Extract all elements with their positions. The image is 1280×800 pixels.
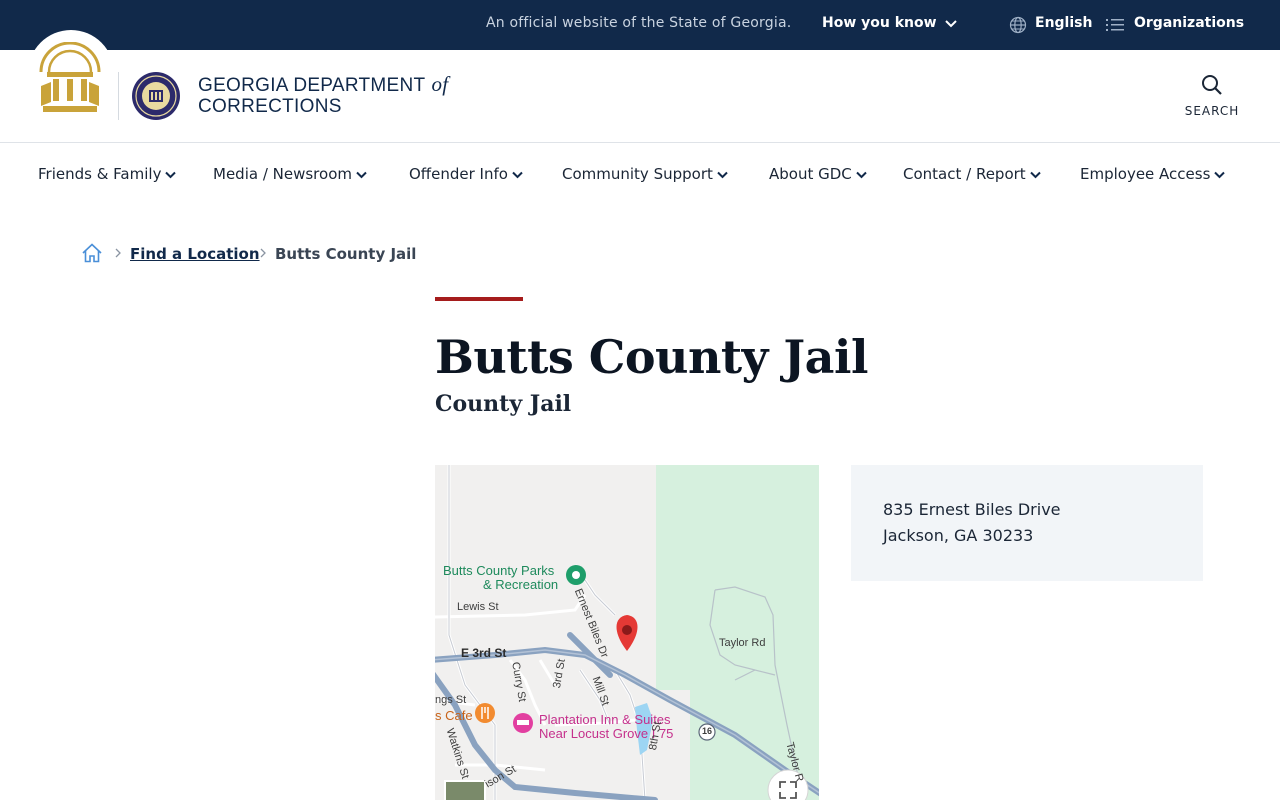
nav-media-newsroom[interactable]: Media / Newsroom	[213, 165, 367, 183]
address-line2: Jackson, GA 30233	[883, 526, 1034, 545]
nav-label: Employee Access	[1080, 165, 1211, 183]
nav-friends-family[interactable]: Friends & Family	[38, 165, 177, 183]
map-label: E 3rd St	[461, 646, 507, 660]
globe-icon[interactable]	[1009, 16, 1027, 34]
nav-label: About GDC	[769, 165, 852, 183]
site-header	[0, 30, 1280, 143]
language-button[interactable]: English	[1035, 15, 1092, 31]
breadcrumb-find-location[interactable]: Find a Location	[130, 245, 260, 263]
nav-label: Community Support	[562, 165, 713, 183]
search-button[interactable]: SEARCH	[1178, 72, 1246, 122]
chevron-down-icon	[356, 171, 367, 178]
page-subtitle: County Jail	[435, 391, 572, 417]
chevron-down-icon	[165, 171, 177, 178]
location-map[interactable]: Butts County Parks & Recreation Lewis St…	[435, 465, 819, 800]
chevron-right-icon	[115, 248, 121, 258]
nav-employee-access[interactable]: Employee Access	[1080, 165, 1226, 183]
chevron-down-icon	[717, 171, 728, 178]
map-canvas[interactable]	[435, 465, 819, 800]
map-label: Taylor Rd	[719, 637, 766, 649]
brand-line1-text: GEORGIA DEPARTMENT	[198, 75, 426, 96]
list-icon[interactable]	[1105, 17, 1125, 33]
chevron-down-icon	[1214, 171, 1226, 178]
nav-about-gdc[interactable]: About GDC	[769, 165, 867, 183]
organizations-button[interactable]: Organizations	[1134, 15, 1244, 31]
nav-contact-report[interactable]: Contact / Report	[903, 165, 1041, 183]
chevron-down-icon	[512, 171, 523, 178]
breadcrumb-current: Butts County Jail	[275, 245, 417, 263]
map-label: s Cafe	[435, 708, 473, 723]
how-you-know-button[interactable]: How you know	[822, 15, 937, 31]
chevron-down-icon	[856, 171, 867, 178]
home-icon[interactable]	[81, 242, 103, 264]
page-title: Butts County Jail	[435, 330, 868, 384]
georgia-seal-icon[interactable]	[37, 42, 103, 114]
brand-title-line2[interactable]: CORRECTIONS	[198, 96, 342, 118]
chevron-right-icon	[260, 248, 266, 258]
gdc-seal-icon[interactable]	[131, 71, 181, 121]
address-card: 835 Ernest Biles Drive Jackson, GA 30233	[851, 465, 1203, 581]
official-site-text: An official website of the State of Geor…	[486, 15, 792, 31]
chevron-down-icon	[1029, 171, 1041, 178]
nav-label: Offender Info	[409, 165, 508, 183]
nav-offender-info[interactable]: Offender Info	[409, 165, 523, 183]
official-banner: An official website of the State of Geor…	[0, 0, 1280, 50]
address-line1: 835 Ernest Biles Drive	[883, 500, 1061, 519]
main-navigation: Friends & Family Media / Newsroom Offend…	[0, 143, 1280, 205]
map-label: Butts County Parks	[443, 563, 555, 578]
search-label: SEARCH	[1184, 104, 1240, 118]
title-accent-bar	[435, 297, 523, 301]
search-icon	[1202, 75, 1222, 95]
nav-community-support[interactable]: Community Support	[562, 165, 728, 183]
nav-label: Contact / Report	[903, 165, 1026, 183]
brand-of-text: of	[431, 72, 449, 96]
header-divider	[118, 72, 119, 120]
nav-label: Friends & Family	[38, 165, 162, 183]
nav-label: Media / Newsroom	[213, 165, 352, 183]
brand-title-line1[interactable]: GEORGIA DEPARTMENT of	[198, 72, 448, 97]
map-label: ngs St	[435, 694, 467, 706]
chevron-down-icon[interactable]	[944, 17, 958, 31]
route-shield-label: 16	[702, 726, 713, 736]
map-label: & Recreation	[483, 577, 559, 592]
map-label: Lewis St	[457, 601, 499, 613]
